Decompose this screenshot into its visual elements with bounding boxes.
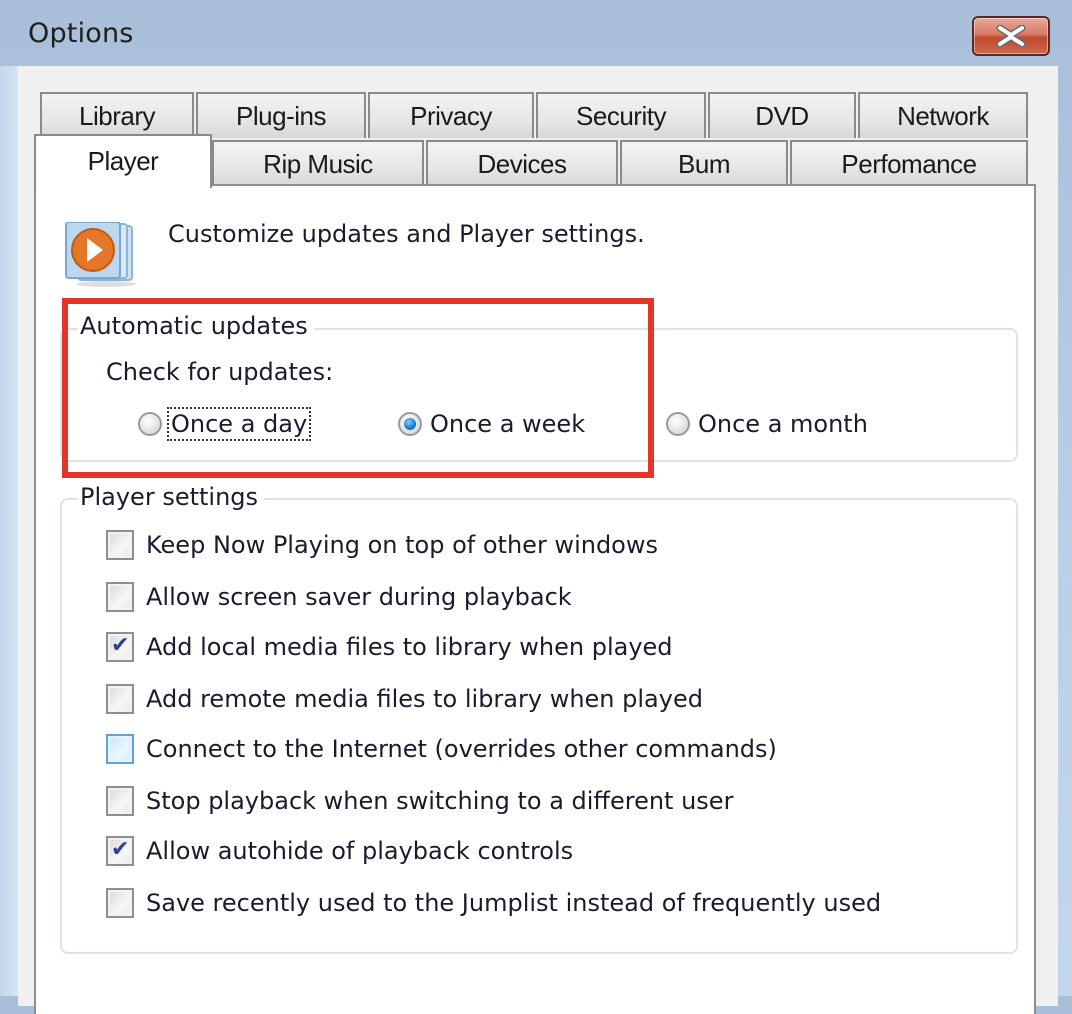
radio-label: Once a month <box>698 410 868 438</box>
checkbox-unchecked-icon <box>106 582 134 612</box>
tab-label: Plug-ins <box>236 100 326 131</box>
checkbox-checked-icon <box>106 836 134 866</box>
checkbox-label: Keep Now Playing on top of other windows <box>146 531 658 559</box>
player-settings-legend: Player settings <box>78 483 265 511</box>
checkbox-allow-autohide[interactable]: Allow autohide of playback controls <box>106 836 573 866</box>
window-title: Options <box>28 18 134 49</box>
checkbox-unchecked-icon <box>106 684 134 714</box>
tab-label: DVD <box>755 100 809 131</box>
checkbox-connect-to-internet[interactable]: Connect to the Internet (overrides other… <box>106 734 777 764</box>
checkbox-keep-now-playing-on-top[interactable]: Keep Now Playing on top of other windows <box>106 530 658 560</box>
check-for-updates-label: Check for updates: <box>106 358 334 386</box>
tab-label: Network <box>897 100 989 131</box>
checkbox-add-local-media[interactable]: Add local media files to library when pl… <box>106 632 673 662</box>
tab-label: Library <box>79 100 155 131</box>
tab-rip-music[interactable]: Rip Music <box>212 140 424 186</box>
checkbox-checked-icon <box>106 632 134 662</box>
tab-network[interactable]: Network <box>858 92 1028 138</box>
checkbox-label: Allow autohide of playback controls <box>146 837 574 865</box>
radio-checked-icon <box>398 412 422 436</box>
checkbox-save-recently-used-jumplist[interactable]: Save recently used to the Jumplist inste… <box>106 888 881 918</box>
checkbox-label: Save recently used to the Jumplist inste… <box>146 889 882 917</box>
checkbox-label: Stop playback when switching to a differ… <box>146 787 734 815</box>
radio-unchecked-icon <box>666 412 690 436</box>
radio-once-a-week[interactable]: Once a week <box>398 410 585 438</box>
tab-label: Privacy <box>410 100 492 131</box>
checkbox-label: Allow screen saver during playback <box>146 583 572 611</box>
radio-label: Once a day <box>166 407 312 441</box>
tab-burn[interactable]: Bum <box>620 140 788 186</box>
tab-label: Player <box>87 146 159 176</box>
checkbox-add-remote-media[interactable]: Add remote media files to library when p… <box>106 684 703 714</box>
media-player-icon <box>64 221 144 292</box>
checkbox-label: Add local media files to library when pl… <box>146 633 673 661</box>
checkbox-unchecked-icon <box>106 786 134 816</box>
intro-text: Customize updates and Player settings. <box>168 220 645 248</box>
tab-label: Rip Music <box>263 148 373 179</box>
checkbox-unchecked-icon <box>106 734 134 764</box>
checkbox-allow-screen-saver[interactable]: Allow screen saver during playback <box>106 582 572 612</box>
tab-security[interactable]: Security <box>536 92 706 138</box>
radio-once-a-month[interactable]: Once a month <box>666 410 868 438</box>
tab-label: Perfomance <box>841 148 977 179</box>
checkbox-unchecked-icon <box>106 530 134 560</box>
tab-library[interactable]: Library <box>40 92 194 138</box>
tab-player[interactable]: Player <box>34 134 212 188</box>
checkbox-label: Add remote media files to library when p… <box>146 685 703 713</box>
window-frame-left <box>0 66 18 996</box>
automatic-updates-legend: Automatic updates <box>78 312 314 340</box>
close-button[interactable] <box>972 16 1050 56</box>
checkbox-unchecked-icon <box>106 888 134 918</box>
tab-dvd[interactable]: DVD <box>708 92 856 138</box>
tab-plug-ins[interactable]: Plug-ins <box>196 92 366 138</box>
tab-label: Security <box>576 100 666 131</box>
tab-label: Devices <box>477 148 567 179</box>
radio-once-a-day[interactable]: Once a day <box>138 407 312 441</box>
radio-unchecked-icon <box>138 412 162 436</box>
tab-performance[interactable]: Perfomance <box>790 140 1028 186</box>
tab-privacy[interactable]: Privacy <box>368 92 534 138</box>
radio-label: Once a week <box>430 410 586 438</box>
close-x-icon <box>996 25 1026 47</box>
checkbox-label: Connect to the Internet (overrides other… <box>146 735 777 763</box>
tab-devices[interactable]: Devices <box>426 140 618 186</box>
automatic-updates-group <box>60 328 1018 462</box>
player-settings-group <box>60 498 1018 954</box>
tab-label: Bum <box>678 148 730 179</box>
checkbox-stop-playback-switching-user[interactable]: Stop playback when switching to a differ… <box>106 786 733 816</box>
